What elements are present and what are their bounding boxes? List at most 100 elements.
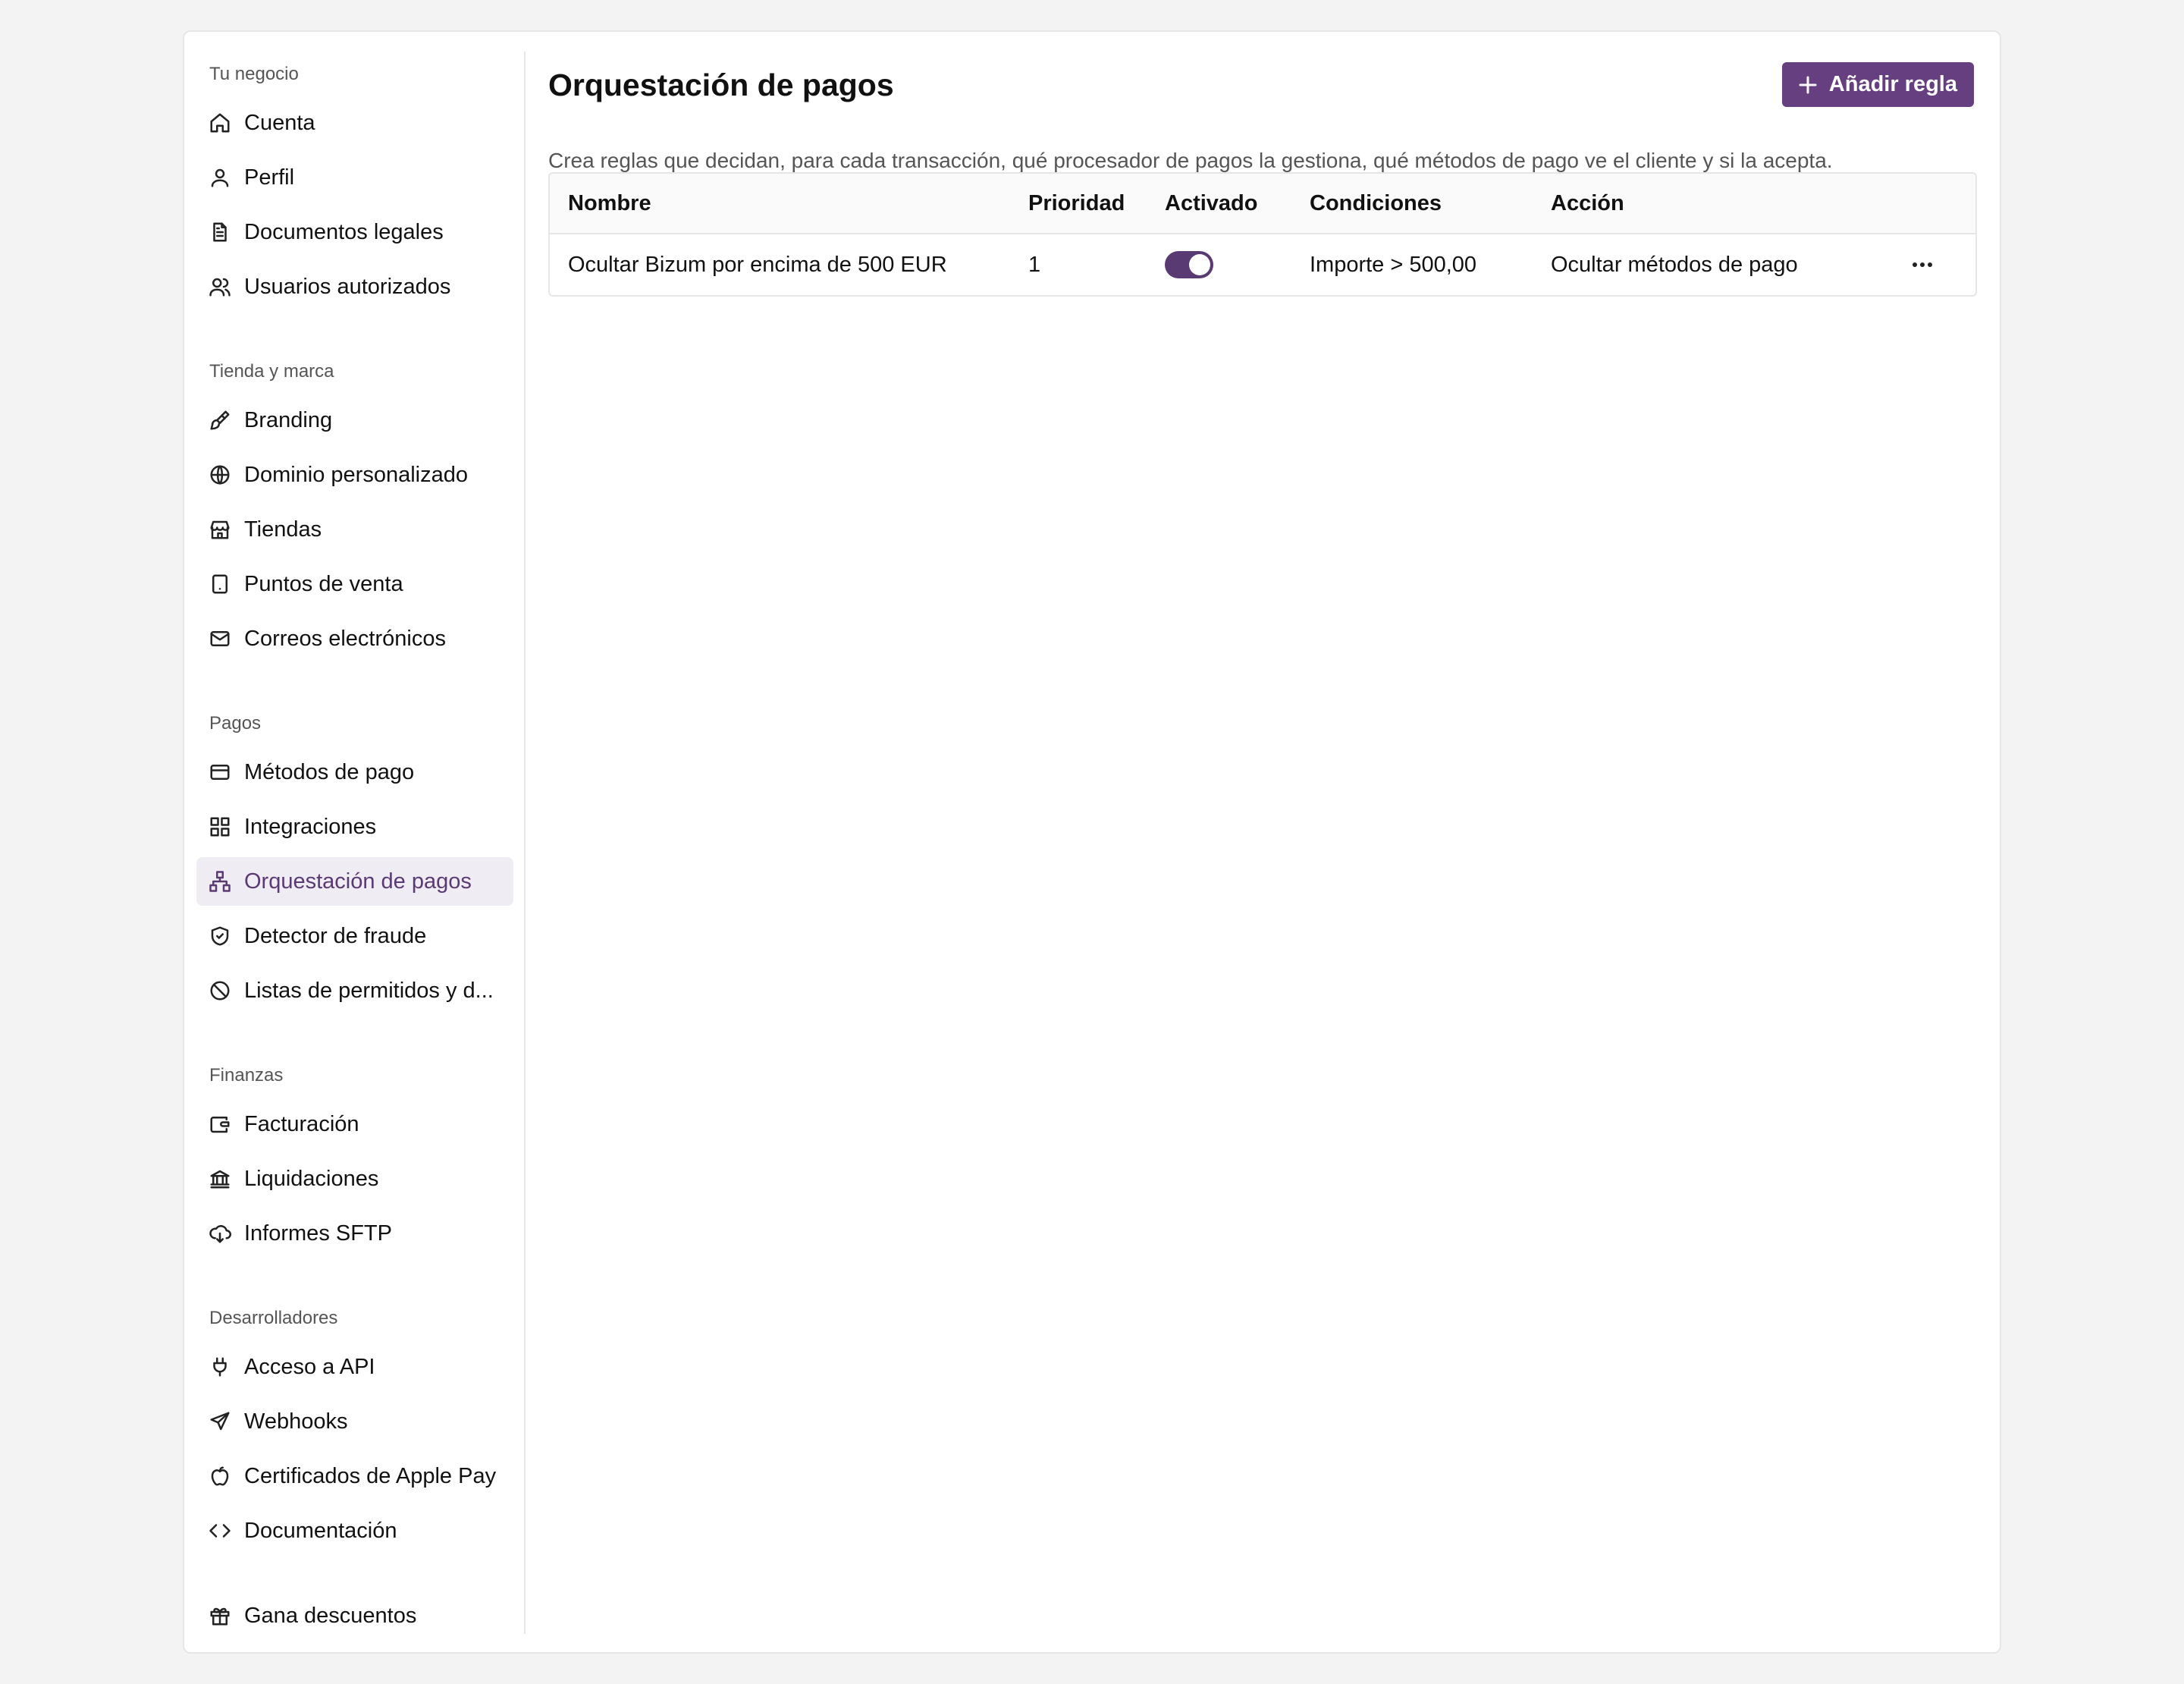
add-rule-button[interactable]: Añadir regla [1781,62,1974,107]
column-header-enabled: Activado [1165,190,1258,215]
sidebar-item-facturacion[interactable]: Facturación [196,1100,513,1148]
column-header-action: Acción [1551,190,1624,215]
sidebar-item-label: Listas de permitidos y d... [244,978,494,1003]
store-icon [208,517,232,542]
add-rule-label: Añadir regla [1828,72,1957,96]
column-header-name: Nombre [568,190,651,215]
sidebar-item-label: Integraciones [244,814,377,839]
sidebar-item-tiendas[interactable]: Tiendas [196,505,513,554]
sidebar-item-label: Tiendas [244,517,322,542]
code-icon [208,1519,232,1543]
sidebar-item-label: Correos electrónicos [244,626,446,651]
rule-menu-cell [1907,250,1975,280]
rule-priority: 1 [1028,252,1041,277]
sidebar-item-label: Documentación [244,1518,397,1543]
sidebar-item-label: Facturación [244,1111,359,1136]
cloud-download-icon [208,1221,232,1246]
sidebar-item-cuenta[interactable]: Cuenta [196,99,513,147]
sidebar-footer: Gana descuentos [196,1591,513,1646]
sidebar-item-correos-electronicos[interactable]: Correos electrónicos [196,614,513,663]
rule-conditions: Importe > 500,00 [1310,252,1477,277]
tablet-icon [208,572,232,596]
sidebar-item-certificados-apple-pay[interactable]: Certificados de Apple Pay [196,1452,513,1500]
users-icon [208,275,232,299]
sidebar-item-acceso-a-api[interactable]: Acceso a API [196,1343,513,1391]
page-title: Orquestación de pagos [548,68,894,102]
sidebar-item-puntos-de-venta[interactable]: Puntos de venta [196,560,513,608]
sidebar-item-label: Usuarios autorizados [244,274,451,299]
sidebar: Tu negocio Cuenta Perfil Documentos lega… [184,32,526,1652]
section-label: Tu negocio [209,64,299,84]
sidebar-item-usuarios-autorizados[interactable]: Usuarios autorizados [196,262,513,311]
rules-table: Nombre Prioridad Activado Condiciones Ac… [548,172,1977,297]
shield-check-icon [208,924,232,948]
settings-card: Tu negocio Cuenta Perfil Documentos lega… [183,30,2001,1654]
toggle-knob [1189,254,1210,275]
plus-icon [1796,73,1820,97]
sidebar-item-orquestacion-de-pagos[interactable]: Orquestación de pagos [196,857,513,906]
sidebar-item-integraciones[interactable]: Integraciones [196,803,513,851]
sidebar-item-liquidaciones[interactable]: Liquidaciones [196,1155,513,1203]
sidebar-item-label: Informes SFTP [244,1221,392,1246]
sidebar-item-informes-sftp[interactable]: Informes SFTP [196,1209,513,1258]
sidebar-section-payments: Pagos Métodos de pago Integraciones Orqu… [196,708,513,1021]
sidebar-divider [524,52,526,1634]
main-content: Orquestación de pagos Añadir regla Crea … [548,32,2000,1652]
sidebar-item-label: Puntos de venta [244,571,403,596]
table-row[interactable]: Ocultar Bizum por encima de 500 EUR 1 Im… [550,234,1975,295]
sidebar-item-label: Webhooks [244,1409,348,1434]
table-header-row: Nombre Prioridad Activado Condiciones Ac… [550,174,1975,234]
send-icon [208,1409,232,1434]
section-label: Pagos [209,713,262,734]
sidebar-item-detector-de-fraude[interactable]: Detector de fraude [196,912,513,960]
apple-icon [208,1464,232,1488]
grid-icon [208,815,232,839]
column-header-priority: Prioridad [1028,190,1125,215]
sidebar-section-developers: Desarrolladores Acceso a API Webhooks Ce… [196,1303,513,1561]
section-label: Desarrolladores [209,1308,338,1328]
credit-card-icon [208,760,232,784]
sidebar-item-label: Documentos legales [244,219,444,244]
sidebar-item-documentos-legales[interactable]: Documentos legales [196,208,513,256]
paintbrush-icon [208,408,232,432]
network-icon [208,869,232,894]
sidebar-item-listas-de-permitidos[interactable]: Listas de permitidos y d... [196,966,513,1015]
sidebar-item-label: Branding [244,407,333,432]
sidebar-section-finance: Finanzas Facturación Liquidaciones Infor… [196,1060,513,1264]
sidebar-item-label: Certificados de Apple Pay [244,1463,497,1488]
ellipsis-icon [1911,261,1934,269]
user-icon [208,165,232,190]
rule-enabled-cell [1165,251,1310,278]
globe-icon [208,463,232,487]
sidebar-item-documentacion[interactable]: Documentación [196,1506,513,1555]
bank-icon [208,1167,232,1191]
rule-enabled-toggle[interactable] [1165,251,1213,278]
sidebar-item-label: Orquestación de pagos [244,869,472,894]
column-header-conditions: Condiciones [1310,190,1442,215]
home-icon [208,111,232,135]
sidebar-item-label: Cuenta [244,110,315,135]
sidebar-item-webhooks[interactable]: Webhooks [196,1397,513,1446]
sidebar-item-perfil[interactable]: Perfil [196,153,513,202]
section-label: Tienda y marca [209,361,334,382]
mail-icon [208,627,232,651]
wallet-icon [208,1112,232,1136]
sidebar-item-gana-descuentos[interactable]: Gana descuentos [196,1591,513,1640]
sidebar-item-label: Acceso a API [244,1354,375,1379]
sidebar-item-label: Detector de fraude [244,923,427,948]
sidebar-item-metodos-de-pago[interactable]: Métodos de pago [196,748,513,796]
more-options-button[interactable] [1907,250,1938,280]
ban-icon [208,979,232,1003]
document-icon [208,220,232,244]
sidebar-item-label: Dominio personalizado [244,462,468,487]
rule-action: Ocultar métodos de pago [1551,252,1798,277]
page-description: Crea reglas que decidan, para cada trans… [548,149,1833,172]
sidebar-section-business: Tu negocio Cuenta Perfil Documentos lega… [196,59,513,317]
sidebar-item-label: Métodos de pago [244,759,415,784]
gift-icon [208,1604,232,1628]
sidebar-item-branding[interactable]: Branding [196,396,513,445]
sidebar-item-label: Gana descuentos [244,1603,417,1628]
sidebar-item-dominio-personalizado[interactable]: Dominio personalizado [196,451,513,499]
sidebar-section-store-brand: Tienda y marca Branding Dominio personal… [196,357,513,669]
plug-icon [208,1355,232,1379]
